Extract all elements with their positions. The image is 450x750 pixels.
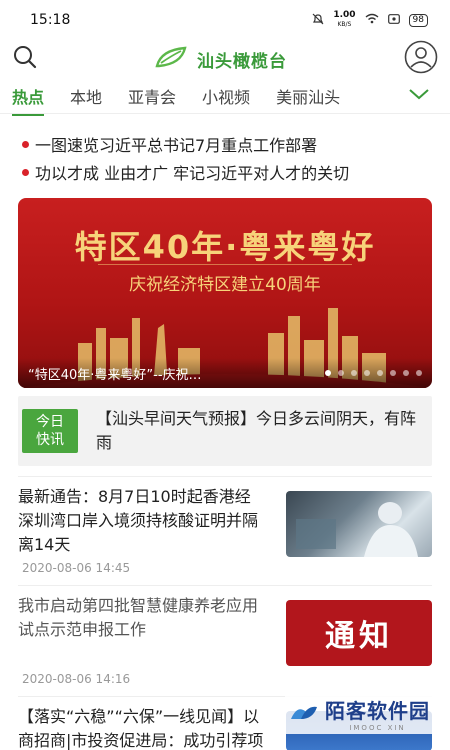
status-time: 15:18 <box>30 12 71 28</box>
article-thumbnail <box>286 491 432 557</box>
status-bar: 15:18 1.00 KB/S 98 <box>0 0 450 40</box>
banner-subtitle: 庆祝经济特区建立40周年 <box>129 275 321 295</box>
status-icons: 1.00 KB/S 98 <box>312 11 428 29</box>
article-title: 最新通告：8月7日10时起香港经深圳湾口岸入境须持核酸证明并隔离14天 <box>18 487 259 554</box>
tab-asian-youth-games[interactable]: 亚青会 <box>128 84 176 108</box>
mute-icon <box>312 13 324 28</box>
express-badge-line2: 快讯 <box>36 432 64 448</box>
watermark-logo-icon <box>289 703 319 725</box>
headline-item[interactable]: 功以才成 业由才广 牢记习近平对人才的关切 <box>22 158 428 186</box>
article-date: 2020-08-06 14:16 <box>22 672 131 686</box>
search-icon[interactable] <box>12 44 38 74</box>
carousel-dot <box>364 370 370 376</box>
net-speed: 1.00 KB/S <box>333 10 356 29</box>
express-badge: 今日 快讯 <box>22 409 78 453</box>
article-thumbnail: 通知 <box>286 600 432 666</box>
article-title: 【落实“六稳”“六保”一线见闻】以商招商|市投资促进局：成功引荐项目有奖.. <box>18 707 264 750</box>
carousel-dot <box>403 370 409 376</box>
banner-carousel[interactable]: 特区40年·粤来粤好 庆祝经济特区建立40周年 “特区40年·粤来粤好”--庆祝… <box>18 198 432 388</box>
article-item[interactable]: 我市启动第四批智慧健康养老应用试点示范申报工作 2020-08-06 14:16… <box>18 585 432 686</box>
tab-local[interactable]: 本地 <box>70 84 102 108</box>
headline-list: 一图速览习近平总书记7月重点工作部署 功以才成 业由才广 牢记习近平对人才的关切 <box>0 114 450 186</box>
tab-beautiful-shantou[interactable]: 美丽汕头 <box>276 84 340 108</box>
bullet-dot <box>22 168 29 176</box>
wifi-icon <box>365 13 379 27</box>
express-badge-line1: 今日 <box>36 414 64 430</box>
battery-indicator: 98 <box>408 13 428 27</box>
watermark-text: 陌客软件园 <box>325 699 430 723</box>
olive-leaf-icon <box>155 46 189 73</box>
tab-hot[interactable]: 热点 <box>12 84 45 116</box>
carousel-dot <box>377 370 383 376</box>
headline-text: 一图速览习近平总书记7月重点工作部署 <box>35 136 318 155</box>
user-profile-icon[interactable] <box>404 40 438 78</box>
headline-text: 功以才成 业由才广 牢记习近平对人才的关切 <box>35 164 350 183</box>
banner-title: 特区40年·粤来粤好 <box>74 228 376 266</box>
watermark-subtext: IMOOC XIN <box>349 724 406 732</box>
article-item[interactable]: 最新通告：8月7日10时起香港经深圳湾口岸入境须持核酸证明并隔离14天 2020… <box>18 476 432 575</box>
carousel-indicator <box>325 370 422 376</box>
headline-item[interactable]: 一图速览习近平总书记7月重点工作部署 <box>22 130 428 158</box>
banner-caption-bar: “特区40年·粤来粤好”--庆祝… <box>18 358 432 388</box>
banner-divider <box>98 264 352 265</box>
banner-caption: “特区40年·粤来粤好”--庆祝… <box>28 367 202 383</box>
article-date: 2020-08-06 14:45 <box>22 561 131 575</box>
carousel-dot <box>338 370 344 376</box>
carousel-dot <box>416 370 422 376</box>
tab-short-video[interactable]: 小视频 <box>202 84 250 108</box>
carousel-dot <box>351 370 357 376</box>
bullet-dot <box>22 140 29 148</box>
app-logo: 汕头橄榄台 <box>155 46 287 73</box>
carousel-dot <box>390 370 396 376</box>
app-header: 汕头橄榄台 <box>0 40 450 78</box>
app-title: 汕头橄榄台 <box>197 51 287 72</box>
carousel-dot <box>325 370 331 376</box>
express-text: 【汕头早间天气预报】今日多云间阴天，有阵雨 <box>96 409 417 452</box>
express-news[interactable]: 今日 快讯 【汕头早间天气预报】今日多云间阴天，有阵雨 <box>18 396 432 466</box>
article-title: 我市启动第四批智慧健康养老应用试点示范申报工作 <box>18 596 259 639</box>
chevron-down-icon[interactable] <box>408 86 430 105</box>
site-watermark: 陌客软件园 IMOOC XIN <box>285 693 434 734</box>
screen-record-icon <box>387 13 400 27</box>
category-tabs: 热点 本地 亚青会 小视频 美丽汕头 <box>0 78 450 116</box>
